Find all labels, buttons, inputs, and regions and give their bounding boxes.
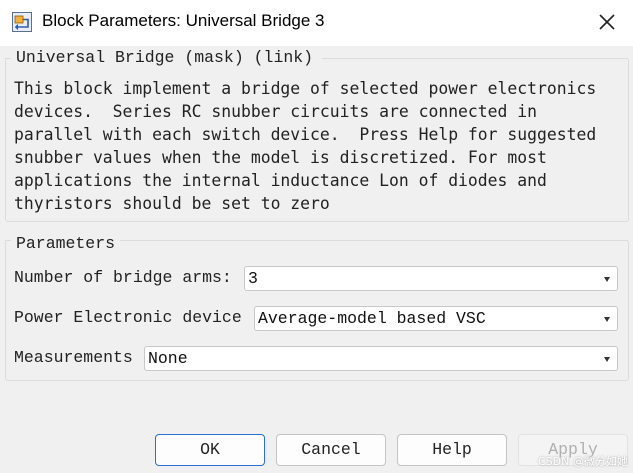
ok-button[interactable]: OK bbox=[155, 434, 265, 466]
group-border bbox=[120, 240, 628, 241]
simulink-block-icon bbox=[12, 12, 32, 32]
watermark: CSDN @微分如她 bbox=[538, 455, 628, 468]
block-description: This block implement a bridge of selecte… bbox=[14, 79, 597, 213]
bridge-arms-label: Number of bridge arms: bbox=[14, 268, 232, 287]
chevron-down-icon bbox=[604, 277, 610, 282]
measurements-select[interactable]: None bbox=[144, 346, 618, 371]
chevron-down-icon bbox=[604, 357, 610, 362]
device-label: Power Electronic device bbox=[14, 308, 242, 327]
group-border bbox=[5, 58, 11, 59]
device-select[interactable]: Average-model based VSC bbox=[254, 306, 618, 331]
bridge-arms-select[interactable]: 3 bbox=[244, 266, 618, 291]
device-value: Average-model based VSC bbox=[258, 309, 486, 328]
measurements-value: None bbox=[148, 349, 188, 368]
measurements-label: Measurements bbox=[14, 348, 133, 367]
description-legend: Universal Bridge (mask) (link) bbox=[14, 48, 316, 67]
chevron-down-icon bbox=[604, 317, 610, 322]
group-border bbox=[322, 58, 628, 59]
parameters-legend: Parameters bbox=[14, 234, 118, 253]
group-border bbox=[5, 240, 11, 241]
help-button[interactable]: Help bbox=[397, 434, 507, 466]
cancel-button[interactable]: Cancel bbox=[276, 434, 386, 466]
bridge-arms-value: 3 bbox=[248, 269, 258, 288]
window-title: Block Parameters: Universal Bridge 3 bbox=[42, 11, 325, 30]
close-icon[interactable] bbox=[594, 9, 620, 35]
